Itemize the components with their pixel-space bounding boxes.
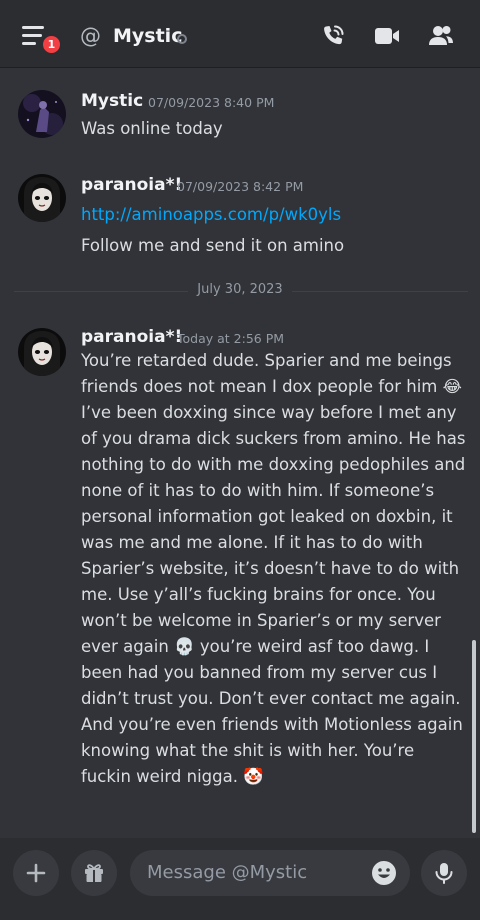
message-timestamp: 07/09/2023 8:40 PM <box>148 95 275 110</box>
message-text-line: didn’t trust you. Don’t ever contact me … <box>81 689 461 708</box>
status-offline-icon <box>177 34 187 44</box>
message-text-line: friends does not mean I dox people for h… <box>81 377 462 396</box>
message-text-line: of you drama dick suckers from amino. He… <box>81 429 466 448</box>
message-text-line: been had you banned from my server cus I <box>81 663 438 682</box>
message-text: Was online today <box>81 119 223 138</box>
message-composer: Message @Mystic <box>0 838 480 920</box>
add-attachment-button[interactable] <box>13 850 59 896</box>
message-list[interactable]: Mystic 07/09/2023 8:40 PM Was online tod… <box>0 69 480 837</box>
message-timestamp: 07/09/2023 8:42 PM <box>177 179 304 194</box>
message-text-line: And you’re even friends with Motionless … <box>81 715 463 734</box>
message-text-line: fuckin weird nigga. 🤡 <box>81 767 264 786</box>
message-text-line: was me and me alone. If it has to do wit… <box>81 533 423 552</box>
video-camera-icon[interactable] <box>374 23 400 49</box>
message-placeholder: Message @Mystic <box>147 862 308 883</box>
date-divider: July 30, 2023 <box>188 282 292 297</box>
microphone-icon <box>435 863 453 884</box>
phone-call-icon[interactable] <box>320 23 346 49</box>
message-text-line: nothing to do with me doxxing pedophiles… <box>81 455 466 474</box>
message-timestamp: Today at 2:56 PM <box>177 331 285 346</box>
message-text-line: ever again 💀 you’re weird asf too dawg. … <box>81 637 430 656</box>
message-text-line: You’re retarded dude. Sparier and me bei… <box>81 351 452 370</box>
message-text-line: none of it has to do with him. If someon… <box>81 481 435 500</box>
gift-icon <box>85 864 103 882</box>
at-icon: @ <box>80 24 101 48</box>
channel-header: 1 @ Mystic <box>0 0 480 68</box>
message-text-line: won’t be welcome in Sparier’s or my serv… <box>81 611 441 630</box>
message-text-line: personal information got leaked on doxbi… <box>81 507 453 526</box>
avatar[interactable] <box>18 90 66 138</box>
message-author[interactable]: Mystic <box>81 91 143 111</box>
message-author[interactable]: paranoia*! <box>81 175 182 195</box>
gift-button[interactable] <box>71 850 117 896</box>
notification-badge: 1 <box>41 34 62 55</box>
plus-icon <box>26 863 46 883</box>
voice-message-button[interactable] <box>421 850 467 896</box>
message-text-line: me. Use y’all’s fucking brains for once.… <box>81 585 436 604</box>
avatar[interactable] <box>18 174 66 222</box>
channel-title[interactable]: Mystic <box>113 25 182 47</box>
avatar[interactable] <box>18 328 66 376</box>
message-author[interactable]: paranoia*! <box>81 327 182 347</box>
message-link[interactable]: http://aminoapps.com/p/wk0yls <box>81 205 341 224</box>
message-text-line: I’ve been doxxing since way before I met… <box>81 403 457 422</box>
message-text-line: knowing what the shit is with her. You’r… <box>81 741 415 760</box>
emoji-icon[interactable] <box>371 860 397 886</box>
message-input[interactable]: Message @Mystic <box>130 850 410 896</box>
message-text: Follow me and send it on amino <box>81 236 345 255</box>
scrollbar[interactable] <box>472 640 476 833</box>
members-icon[interactable] <box>428 23 454 49</box>
message-text-line: Sparier’s website, it’s doesn’t have to … <box>81 559 460 578</box>
